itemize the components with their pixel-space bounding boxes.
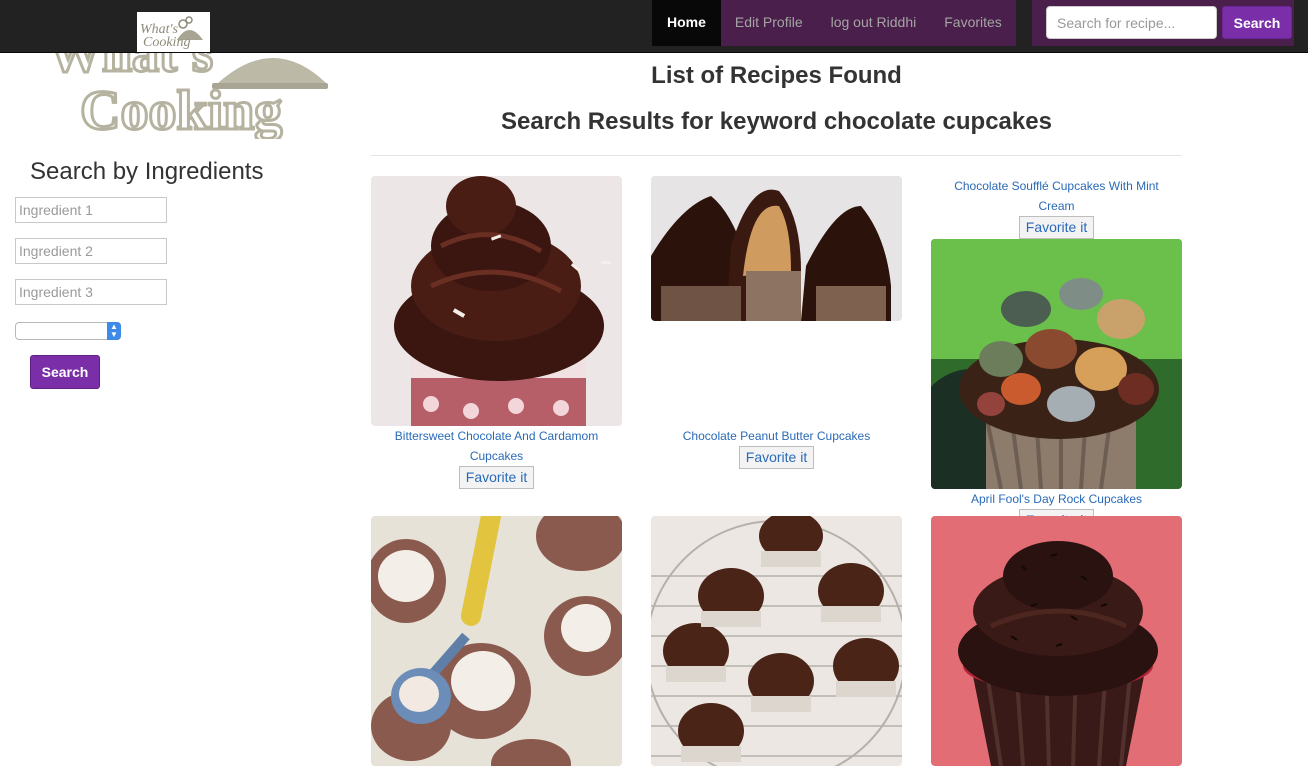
recipe-card: Bittersweet Chocolate And Cardamom Cupca… bbox=[371, 176, 622, 489]
whats-cooking-logo: What's Cooking bbox=[42, 53, 332, 139]
divider bbox=[371, 155, 1182, 156]
recipe-image[interactable] bbox=[931, 516, 1182, 766]
ingredient-3-input[interactable] bbox=[15, 279, 167, 305]
favorite-button[interactable]: Favorite it bbox=[738, 446, 815, 469]
recipe-image[interactable] bbox=[371, 176, 622, 426]
recipe-title-link[interactable]: April Fool's Day Rock Cupcakes bbox=[931, 489, 1182, 509]
svg-text:Cooking: Cooking bbox=[80, 80, 282, 139]
brand-logo[interactable]: What's Cooking bbox=[137, 12, 210, 52]
cupcake-photo-4 bbox=[371, 516, 622, 766]
recipe-search-input[interactable] bbox=[1046, 6, 1217, 39]
ingredients-search-title: Search by Ingredients bbox=[30, 158, 264, 185]
nav-favorites[interactable]: Favorites bbox=[930, 0, 1016, 46]
favorite-button[interactable]: Favorite it bbox=[1018, 216, 1095, 239]
logo-graphic: What's Cooking bbox=[47, 53, 328, 139]
cupcake-photo-5 bbox=[651, 516, 902, 766]
recipe-title-link[interactable]: Chocolate Peanut Butter Cupcakes bbox=[651, 426, 902, 446]
recipe-image[interactable] bbox=[651, 516, 902, 766]
select-updown-icon: ▲ ▼ bbox=[107, 322, 121, 340]
recipe-image[interactable] bbox=[371, 516, 622, 766]
ingredient-search-button[interactable]: Search bbox=[30, 355, 100, 389]
recipe-title-link[interactable]: Chocolate Soufflé Cupcakes With Mint Cre… bbox=[931, 176, 1182, 216]
ingredient-filter-select[interactable]: ▲ ▼ bbox=[15, 322, 121, 340]
nav-home[interactable]: Home bbox=[652, 0, 721, 46]
cupcake-photo-6 bbox=[931, 516, 1182, 766]
recipe-title-link[interactable]: Bittersweet Chocolate And Cardamom Cupca… bbox=[371, 426, 622, 466]
cupcake-photo-2 bbox=[651, 176, 902, 321]
search-results-heading: Search Results for keyword chocolate cup… bbox=[501, 108, 1052, 135]
recipe-card: Chocolate Peanut Butter Cupcakes Favorit… bbox=[651, 176, 902, 469]
svg-text:Cooking: Cooking bbox=[143, 35, 190, 50]
cupcake-photo-3 bbox=[931, 239, 1182, 489]
favorite-button[interactable]: Favorite it bbox=[458, 466, 535, 489]
recipe-card bbox=[931, 516, 1182, 766]
nav-edit-profile[interactable]: Edit Profile bbox=[720, 0, 817, 46]
cupcake-photo-1 bbox=[371, 176, 622, 426]
recipe-image[interactable] bbox=[931, 239, 1182, 489]
nav-logout[interactable]: log out Riddhi bbox=[816, 0, 931, 46]
ingredient-2-input[interactable] bbox=[15, 238, 167, 264]
top-navbar: What's Cooking Home Edit Profile log out… bbox=[0, 0, 1308, 53]
nav-menu: Home Edit Profile log out Riddhi Favorit… bbox=[652, 0, 1016, 46]
page-title: List of Recipes Found bbox=[651, 62, 902, 89]
ingredient-1-input[interactable] bbox=[15, 197, 167, 223]
svg-text:What's: What's bbox=[48, 53, 213, 83]
recipe-card: Chocolate Soufflé Cupcakes With Mint Cre… bbox=[931, 176, 1182, 532]
recipe-image[interactable] bbox=[651, 176, 902, 321]
recipe-card bbox=[371, 516, 622, 766]
image-spacer bbox=[651, 321, 902, 426]
whats-cooking-logo-small: What's Cooking bbox=[137, 12, 210, 52]
navbar-search-form: Search bbox=[1032, 0, 1294, 46]
recipe-card bbox=[651, 516, 902, 766]
recipe-search-button[interactable]: Search bbox=[1222, 6, 1292, 39]
